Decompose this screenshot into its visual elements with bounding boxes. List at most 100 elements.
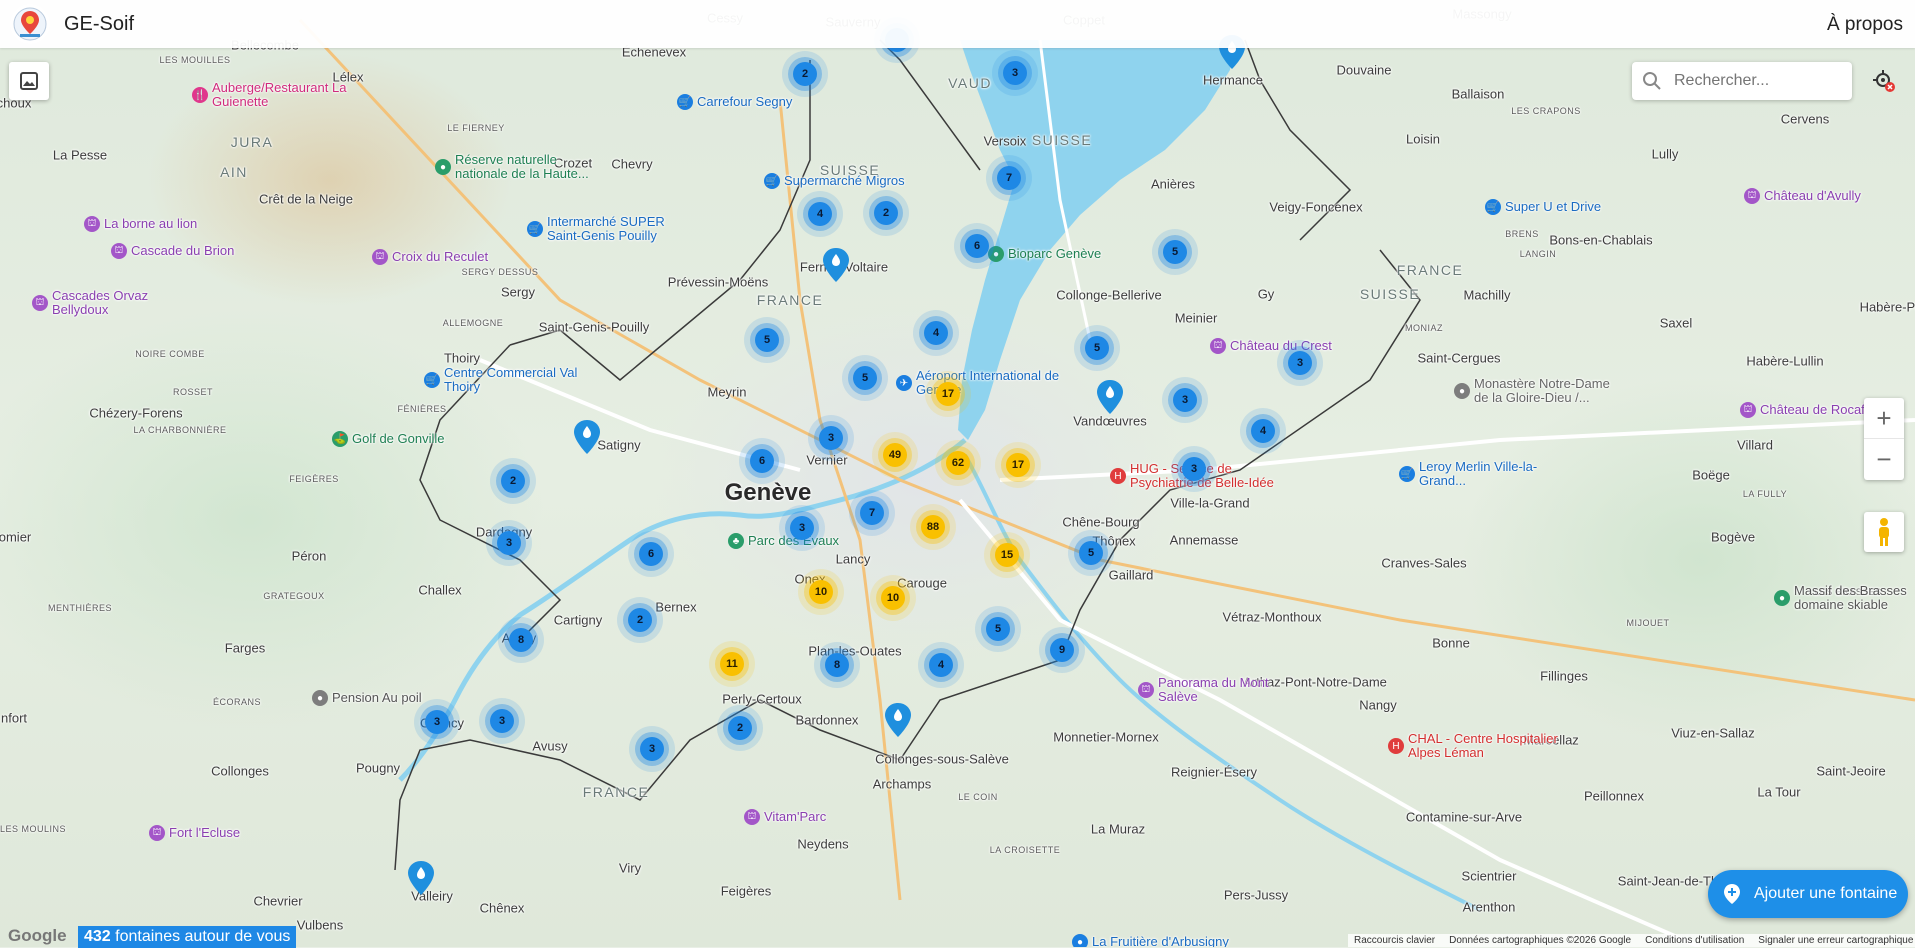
poi-marker-icon[interactable]: ● [435,159,451,175]
poi-label[interactable]: Massif des Brasses domaine skiable [1794,584,1915,612]
poi-marker-icon[interactable]: H [1388,738,1404,754]
poi-marker-icon[interactable]: 🛒 [677,94,693,110]
fountain-cluster[interactable]: 15 [995,543,1019,567]
fountain-cluster[interactable]: 3 [790,516,814,540]
poi-label[interactable]: Cascades Orvaz Bellydoux [52,289,202,317]
fountain-cluster[interactable]: 3 [1288,351,1312,375]
fountain-cluster[interactable]: 17 [936,382,960,406]
poi-marker-icon[interactable]: ⛫ [1210,338,1226,354]
poi-label[interactable]: La borne au lion [104,217,197,231]
poi-label[interactable]: CHAL - Centre Hospitalier Alpes Léman [1408,732,1558,760]
poi-label[interactable]: Bioparc Genève [1008,247,1101,261]
search-input[interactable] [1672,71,1846,91]
google-logo[interactable]: Google [8,926,67,946]
poi-label[interactable]: Super U et Drive [1505,200,1601,214]
fountain-cluster[interactable]: 62 [946,451,970,475]
poi-marker-icon[interactable]: ● [988,246,1004,262]
poi-label[interactable]: Monastère Notre-Dame de la Gloire-Dieu /… [1474,377,1624,405]
fountain-cluster[interactable]: 3 [425,710,449,734]
fountain-cluster[interactable]: 3 [1173,388,1197,412]
fountain-cluster[interactable]: 4 [808,202,832,226]
fountain-cluster[interactable]: 88 [921,515,945,539]
poi-marker-icon[interactable]: 🛒 [424,372,440,388]
report-error-link[interactable]: Signaler une erreur cartographique [1758,935,1913,946]
water-drop-pin-icon[interactable] [822,247,850,283]
fountain-cluster[interactable]: 3 [1003,61,1027,85]
poi-label[interactable]: Château de Rocafort [1760,403,1880,417]
poi-marker-icon[interactable]: ⛫ [1740,402,1756,418]
fountain-cluster[interactable]: 9 [1050,638,1074,662]
poi-label[interactable]: Fort l'Ecluse [169,826,240,840]
map[interactable]: Genève Meyrin Vernier Lancy Carouge Onex Berne… [0,0,1915,947]
poi-label[interactable]: Leroy Merlin Ville-la-Grand... [1419,460,1569,488]
poi-marker-icon[interactable]: ⛫ [372,249,388,265]
fountain-cluster[interactable]: 2 [874,201,898,225]
zoom-out-button[interactable]: − [1864,438,1904,479]
water-drop-pin-icon[interactable] [884,702,912,738]
fountain-cluster[interactable]: 2 [728,716,752,740]
poi-marker-icon[interactable]: ● [312,690,328,706]
fountain-cluster[interactable]: 7 [997,166,1021,190]
fountain-cluster[interactable]: 2 [793,62,817,86]
water-drop-pin-icon[interactable] [407,860,435,896]
fountain-cluster[interactable]: 10 [881,586,905,610]
about-link[interactable]: À propos [1827,14,1903,36]
fountain-cluster[interactable]: 11 [720,652,744,676]
fountain-cluster[interactable]: 5 [1079,541,1103,565]
fountain-cluster[interactable]: 6 [965,234,989,258]
fountain-cluster[interactable]: 6 [639,542,663,566]
poi-marker-icon[interactable]: 🍴 [192,87,208,103]
poi-marker-icon[interactable]: ⛫ [1744,188,1760,204]
fountain-cluster[interactable]: 3 [640,737,664,761]
poi-label[interactable]: Château d'Avully [1764,189,1861,203]
fountain-cluster[interactable]: 5 [1163,240,1187,264]
poi-marker-icon[interactable]: ⛫ [149,825,165,841]
poi-marker-icon[interactable]: ⛫ [32,295,48,311]
poi-marker-icon[interactable]: ♣ [728,533,744,549]
poi-label[interactable]: Pension Au poil [332,691,422,705]
keyboard-shortcuts-link[interactable]: Raccourcis clavier [1354,935,1435,946]
poi-marker-icon[interactable]: ⛳ [332,431,348,447]
fountain-cluster[interactable]: 5 [853,366,877,390]
fountain-cluster[interactable]: 3 [1182,457,1206,481]
map-pin-logo-icon[interactable] [10,4,50,44]
zoom-in-button[interactable]: + [1864,398,1904,438]
poi-marker-icon[interactable]: 🛒 [1399,466,1415,482]
poi-marker-icon[interactable]: ✈ [896,375,912,391]
poi-label[interactable]: Golf de Gonville [352,432,445,446]
fountain-cluster[interactable]: 2 [628,608,652,632]
fountain-cluster[interactable]: 17 [1006,453,1030,477]
poi-marker-icon[interactable]: ⛫ [111,243,127,259]
poi-marker-icon[interactable]: ● [1454,383,1470,399]
fountain-cluster[interactable]: 49 [883,443,907,467]
layers-button[interactable] [9,62,49,100]
poi-label[interactable]: Cascade du Brion [131,244,234,258]
fountain-cluster[interactable]: 3 [819,426,843,450]
fountain-cluster[interactable]: 3 [490,709,514,733]
poi-marker-icon[interactable]: ⛫ [744,809,760,825]
fountain-cluster[interactable]: 10 [809,580,833,604]
terms-link[interactable]: Conditions d'utilisation [1645,935,1744,946]
fountain-cluster[interactable]: 5 [755,328,779,352]
poi-label[interactable]: Intermarché SUPER Saint-Genis Pouilly [547,215,697,243]
poi-label[interactable]: Château du Crest [1230,339,1332,353]
poi-marker-icon[interactable]: H [1110,468,1126,484]
poi-marker-icon[interactable]: ● [1774,590,1790,606]
poi-label[interactable]: Centre Commercial Val Thoiry [444,366,594,394]
poi-marker-icon[interactable]: 🛒 [764,173,780,189]
poi-label[interactable]: Panorama du Mont Salève [1158,676,1308,704]
poi-label[interactable]: Carrefour Segny [697,95,792,109]
water-drop-pin-icon[interactable] [1096,379,1124,415]
poi-marker-icon[interactable]: ● [1072,934,1088,947]
poi-label[interactable]: Réserve naturelle nationale de la Haute.… [455,153,605,181]
fountain-cluster[interactable]: 6 [750,449,774,473]
poi-marker-icon[interactable]: ⛫ [1138,682,1154,698]
fountain-cluster[interactable]: 4 [1251,419,1275,443]
fountain-cluster[interactable]: 8 [509,628,533,652]
street-view-button[interactable] [1864,512,1904,552]
fountain-cluster[interactable]: 7 [860,501,884,525]
fountain-cluster[interactable]: 2 [501,469,525,493]
fountain-cluster[interactable]: 4 [929,653,953,677]
poi-marker-icon[interactable]: ⛫ [84,216,100,232]
fountain-cluster[interactable]: 4 [924,321,948,345]
